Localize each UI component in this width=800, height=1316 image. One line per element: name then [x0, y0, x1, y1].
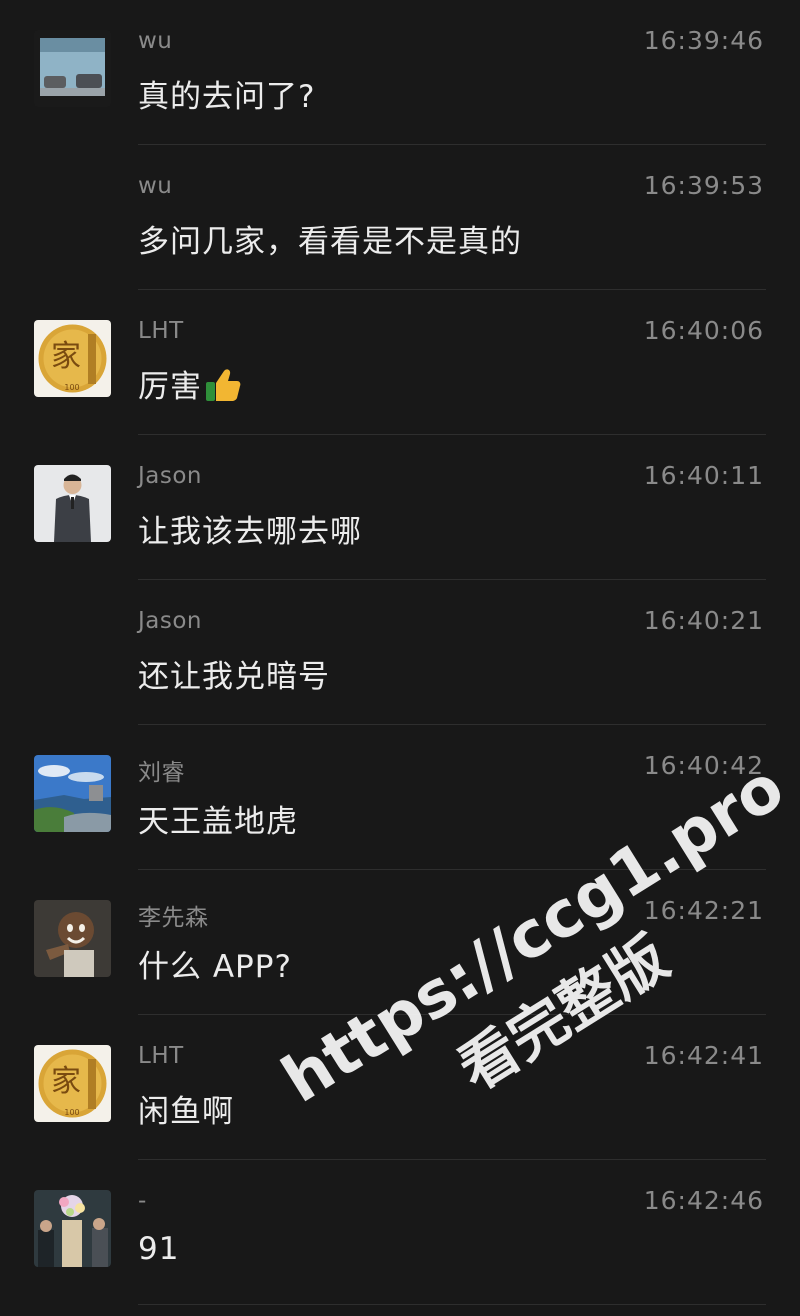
message-time: 16:42:41 — [643, 1041, 764, 1070]
sender-name: 李先森 — [138, 905, 209, 931]
message-text: 还让我兑暗号 — [138, 659, 330, 695]
svg-text:100: 100 — [64, 1108, 79, 1117]
avatar[interactable] — [34, 755, 111, 832]
message-text: 让我该去哪去哪 — [138, 514, 362, 550]
sender-name: 刘睿 — [138, 760, 185, 786]
sender-name: wu — [138, 173, 173, 199]
svg-text:100: 100 — [64, 383, 79, 392]
chat-message[interactable]: 家 100 LHT 16:40:06 厉害 — [0, 290, 800, 435]
car-photo-avatar-image — [34, 30, 111, 107]
chat-message[interactable]: Jason 16:40:21 还让我兑暗号 — [0, 580, 800, 725]
message-time: 16:40:42 — [643, 751, 764, 780]
coast-landscape-avatar-image — [34, 755, 111, 832]
message-time: 16:42:46 — [643, 1186, 764, 1215]
message-text: 真的去问了? — [138, 79, 316, 115]
sender-name: - — [138, 1188, 147, 1214]
divider — [138, 1304, 766, 1305]
sender-name: Jason — [138, 608, 203, 634]
avatar[interactable] — [34, 30, 111, 107]
coin-avatar-image: 家 100 — [34, 320, 111, 397]
message-text: 多问几家，看看是不是真的 — [138, 224, 522, 260]
chat-message[interactable]: - 16:42:46 91 — [0, 1160, 800, 1305]
chat-message[interactable]: 家 100 LHT 16:42:41 闲鱼啊 — [0, 1015, 800, 1160]
message-time: 16:39:53 — [643, 171, 764, 200]
avatar[interactable] — [34, 1190, 111, 1267]
chat-message-list: wu 16:39:46 真的去问了? wu 16:39:53 多问几家，看看是不… — [0, 0, 800, 1305]
chat-message[interactable]: wu 16:39:53 多问几家，看看是不是真的 — [0, 145, 800, 290]
svg-text:家: 家 — [51, 339, 81, 374]
coin-avatar-image: 家 100 — [34, 1045, 111, 1122]
message-time: 16:39:46 — [643, 26, 764, 55]
sender-name: LHT — [138, 318, 184, 344]
thumbs-up-icon — [204, 367, 242, 411]
avatar[interactable] — [34, 465, 111, 542]
message-text: 天王盖地虎 — [138, 804, 298, 840]
sender-name: Jason — [138, 463, 203, 489]
avatar[interactable]: 家 100 — [34, 320, 111, 397]
sender-name: wu — [138, 28, 173, 54]
svg-text:家: 家 — [51, 1064, 81, 1099]
chat-message[interactable]: 李先森 16:42:21 什么 APP? — [0, 870, 800, 1015]
chat-message[interactable]: wu 16:39:46 真的去问了? — [0, 0, 800, 145]
message-time: 16:42:21 — [643, 896, 764, 925]
message-time: 16:40:06 — [643, 316, 764, 345]
message-time: 16:40:21 — [643, 606, 764, 635]
message-text: 什么 APP? — [138, 949, 292, 985]
sender-name: LHT — [138, 1043, 184, 1069]
message-time: 16:40:11 — [643, 461, 764, 490]
suit-man-avatar-image — [34, 465, 111, 542]
avatar[interactable] — [34, 900, 111, 977]
chat-message[interactable]: Jason 16:40:11 让我该去哪去哪 — [0, 435, 800, 580]
message-text: 闲鱼啊 — [138, 1094, 234, 1130]
message-text: 91 — [138, 1231, 180, 1267]
avatar[interactable]: 家 100 — [34, 1045, 111, 1122]
child-photo-avatar-image — [34, 900, 111, 977]
flowers-crowd-avatar-image — [34, 1190, 111, 1267]
message-text-content: 厉害 — [138, 369, 202, 405]
message-text: 厉害 — [138, 361, 242, 411]
chat-message[interactable]: 刘睿 16:40:42 天王盖地虎 — [0, 725, 800, 870]
